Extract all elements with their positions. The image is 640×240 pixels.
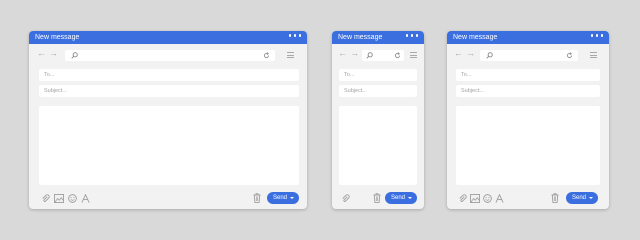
search-icon (71, 52, 78, 59)
message-body[interactable] (456, 106, 600, 185)
reload-icon[interactable] (394, 52, 401, 59)
caret-down-icon[interactable] (290, 197, 294, 199)
email-window-small: New message ← → To... Subject... Send (332, 31, 424, 209)
image-icon[interactable] (54, 194, 64, 203)
email-window-medium: New message ← → To... Subject... Send (447, 31, 609, 209)
send-button[interactable]: Send (267, 192, 299, 204)
search-icon (366, 52, 373, 59)
title-bar: New message (29, 31, 307, 44)
window-title: New message (35, 34, 80, 41)
toolbar: ← → (332, 44, 424, 64)
address-bar[interactable] (362, 50, 404, 61)
message-body[interactable] (39, 106, 299, 185)
caret-down-icon[interactable] (408, 197, 412, 199)
more-dots-icon[interactable] (590, 34, 603, 37)
toolbar: ← → (447, 44, 609, 64)
trash-icon[interactable] (253, 193, 261, 203)
send-button[interactable]: Send (385, 192, 417, 204)
email-window-large: New message ← → To... Subject... Send (29, 31, 307, 209)
arrow-right-icon[interactable]: → (466, 48, 475, 58)
subject-field[interactable]: Subject... (339, 85, 417, 97)
address-bar[interactable] (65, 50, 275, 61)
address-bar[interactable] (480, 50, 578, 61)
font-icon[interactable] (495, 194, 504, 203)
image-icon[interactable] (470, 194, 480, 203)
window-title: New message (453, 34, 498, 41)
to-field[interactable]: To... (456, 69, 600, 81)
emoji-icon[interactable] (483, 194, 492, 203)
title-bar: New message (332, 31, 424, 44)
arrow-right-icon[interactable]: → (350, 48, 359, 58)
font-icon[interactable] (81, 194, 90, 203)
window-title: New message (338, 34, 383, 41)
send-label: Send (273, 195, 288, 201)
send-label: Send (572, 195, 587, 201)
more-dots-icon[interactable] (288, 34, 301, 37)
arrow-left-icon[interactable]: ← (338, 48, 347, 58)
subject-field[interactable]: Subject... (456, 85, 600, 97)
message-body[interactable] (339, 106, 417, 185)
to-field[interactable]: To... (39, 69, 299, 81)
search-icon (486, 52, 493, 59)
paperclip-icon[interactable] (458, 194, 467, 203)
hamburger-menu-icon[interactable] (590, 52, 597, 60)
send-button[interactable]: Send (566, 192, 598, 204)
more-dots-icon[interactable] (405, 34, 418, 37)
caret-down-icon[interactable] (589, 197, 593, 199)
emoji-icon[interactable] (68, 194, 77, 203)
arrow-left-icon[interactable]: ← (454, 48, 463, 58)
arrow-right-icon[interactable]: → (49, 48, 58, 58)
subject-field[interactable]: Subject... (39, 85, 299, 97)
reload-icon[interactable] (263, 52, 270, 59)
hamburger-menu-icon[interactable] (287, 52, 294, 60)
paperclip-icon[interactable] (341, 194, 350, 203)
title-bar: New message (447, 31, 609, 44)
toolbar: ← → (29, 44, 307, 64)
send-label: Send (391, 195, 406, 201)
paperclip-icon[interactable] (41, 194, 50, 203)
to-field[interactable]: To... (339, 69, 417, 81)
arrow-left-icon[interactable]: ← (37, 48, 46, 58)
hamburger-menu-icon[interactable] (410, 52, 417, 60)
trash-icon[interactable] (373, 193, 381, 203)
reload-icon[interactable] (566, 52, 573, 59)
trash-icon[interactable] (551, 193, 559, 203)
